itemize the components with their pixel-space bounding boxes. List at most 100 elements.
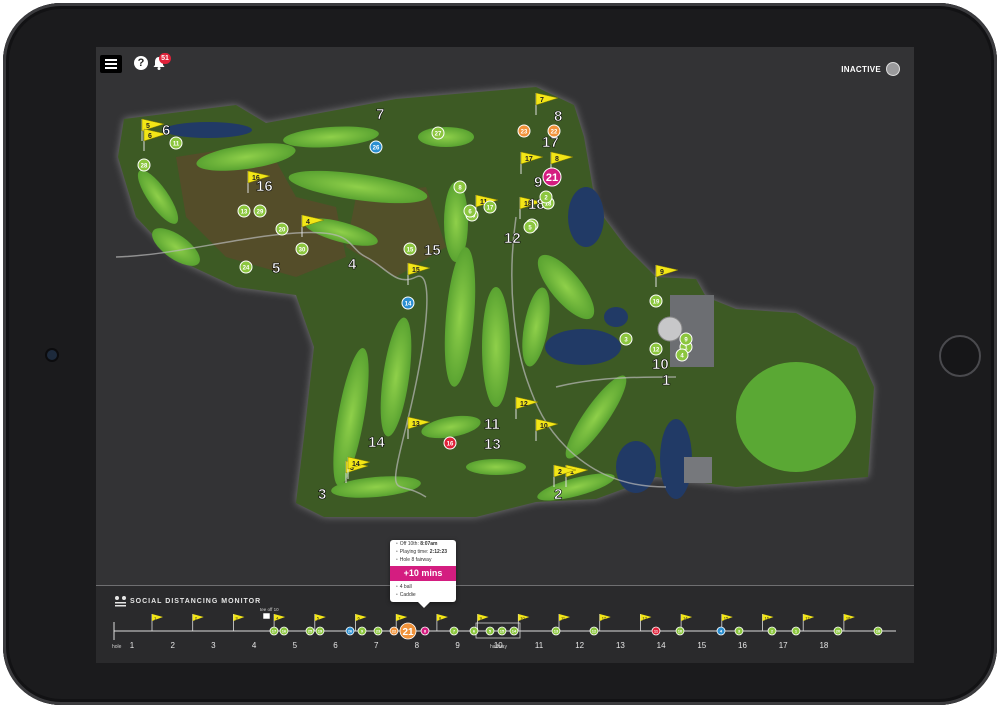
group-marker-16[interactable]: 16 [443,436,457,450]
timeline-group-2[interactable]: 2 [767,626,777,636]
timeline-flag-18[interactable]: 18 [843,614,855,631]
timeline-flag-3[interactable]: 3 [232,614,245,631]
group-marker-22[interactable]: 22 [547,124,561,138]
hole-number-16: 16 [256,178,273,195]
group-marker-11[interactable]: 11 [169,136,183,150]
timeline-flag-12[interactable]: 12 [599,614,611,631]
group-marker-30[interactable]: 30 [295,242,309,256]
group-marker-20[interactable]: 20 [275,222,289,236]
timeline-group-18[interactable]: 18 [873,626,883,636]
group-marker-19[interactable]: 19 [649,294,663,308]
group-marker-24[interactable]: 24 [239,260,253,274]
timeline-flag-11[interactable]: 11 [558,614,570,631]
svg-text:26: 26 [373,146,380,152]
timeline-group-6[interactable]: 6 [469,626,479,636]
svg-text:27: 27 [435,132,442,138]
tee-off-label: tee off 10 [260,607,279,612]
timeline-group-14[interactable]: 14 [509,626,519,636]
water-hazard [604,307,628,327]
location-row: Hole 8 fairway [390,556,456,564]
group-marker-8[interactable]: 8 [453,180,467,194]
timeline-group-3[interactable]: 3 [734,626,744,636]
maintenance-building [684,457,712,483]
svg-text:22: 22 [551,130,558,136]
group-marker-21[interactable]: 21 [542,167,562,187]
timeline-group-1[interactable]: 1 [791,626,801,636]
timeline-group-10[interactable]: 10 [675,626,685,636]
timeline-hole-label-13: 13 [616,641,625,650]
timeline-hole-label-1: 1 [130,641,135,650]
group-marker-27[interactable]: 27 [431,126,445,140]
flag-number: 2 [558,469,562,476]
timeline-group-7[interactable]: 7 [449,626,459,636]
group-marker-23[interactable]: 23 [517,124,531,138]
group-marker-9[interactable]: 9 [679,332,693,346]
hole-timeline[interactable]: hole tee off 10 halfway 1 2 3 4 5 6 7 8 9 10 11 12 1… [96,586,914,663]
group-marker-15[interactable]: 15 [403,242,417,256]
svg-text:23: 23 [521,130,528,136]
timeline-hole-label-15: 15 [697,641,706,650]
timeline-group-11[interactable]: 11 [651,626,661,636]
timeline-flag-1[interactable]: 1 [151,614,163,631]
timeline-hole-label-4: 4 [252,641,257,650]
timeline-group-20[interactable]: 20 [833,626,843,636]
timeline-hole-label-3: 3 [211,641,216,650]
timeline-group-23[interactable]: 23 [373,626,383,636]
group-marker-3[interactable]: 3 [619,332,633,346]
group-marker-6[interactable]: 6 [463,204,477,218]
timeline-group-8[interactable]: 8 [420,626,430,636]
timeline-group-9[interactable]: 9 [357,626,367,636]
timeline-group-16[interactable]: 16 [279,626,289,636]
group-marker-29[interactable]: 29 [253,204,267,218]
flag-number: 17 [525,156,533,163]
group-marker-14[interactable]: 14 [401,296,415,310]
status-toggle[interactable] [886,62,900,76]
timeline-group-5[interactable]: 5 [485,626,495,636]
timeline-group-19[interactable]: 19 [315,626,325,636]
group-marker-5[interactable]: 5 [523,220,537,234]
svg-text:22: 22 [392,629,397,634]
svg-text:20: 20 [279,228,286,234]
timeline-group-25[interactable]: 25 [305,626,315,636]
popup-tail [418,602,430,608]
group-marker-12[interactable]: 12 [649,342,663,356]
fairway [466,459,526,475]
timeline-flag-17[interactable]: 17 [802,614,815,631]
timeline-flag-8[interactable]: 8 [436,614,448,631]
svg-text:14: 14 [405,302,412,308]
hole-number-13: 13 [484,436,501,453]
timeline-group-26[interactable]: 26 [345,626,355,636]
svg-text:24: 24 [243,266,250,272]
svg-text:19: 19 [318,629,323,634]
hole-number-4: 4 [348,256,357,273]
off-time-row: Off 10th: 8:07am [390,540,456,548]
hole-number-12: 12 [504,230,521,247]
group-marker-26[interactable]: 26 [369,140,383,154]
checkered-flag-icon [262,612,271,620]
timeline-group-17[interactable]: 17 [269,626,279,636]
timeline-group-12[interactable]: 12 [589,626,599,636]
timeline-flag-2[interactable]: 2 [192,614,204,631]
timeline-hole-label-5: 5 [293,641,298,650]
group-marker-28[interactable]: 28 [137,158,151,172]
menu-button[interactable] [100,55,122,73]
timeline-group-21[interactable]: 21 [399,622,417,640]
status-indicator: INACTIVE [841,62,900,76]
svg-text:13: 13 [642,616,647,621]
group-marker-2[interactable]: 2 [539,190,553,204]
timeline-hole-label-11: 11 [535,641,544,650]
flag-number: 14 [352,461,360,468]
timeline-group-4[interactable]: 4 [716,626,726,636]
svg-text:29: 29 [257,210,264,216]
home-button[interactable] [939,335,981,377]
timeline-flag-13[interactable]: 13 [640,614,652,631]
timeline-group-13[interactable]: 13 [551,626,561,636]
group-marker-13[interactable]: 13 [237,204,251,218]
group-marker-17[interactable]: 17 [483,200,497,214]
help-button[interactable]: ? [134,56,148,70]
timeline-hole-label-16: 16 [738,641,747,650]
timeline-group-15[interactable]: 15 [497,626,507,636]
timeline-group-22[interactable]: 22 [389,626,399,636]
group-marker-4[interactable]: 4 [675,348,689,362]
course-map[interactable]: 123456789101112131415161718 1234567 89101… [96,47,914,587]
